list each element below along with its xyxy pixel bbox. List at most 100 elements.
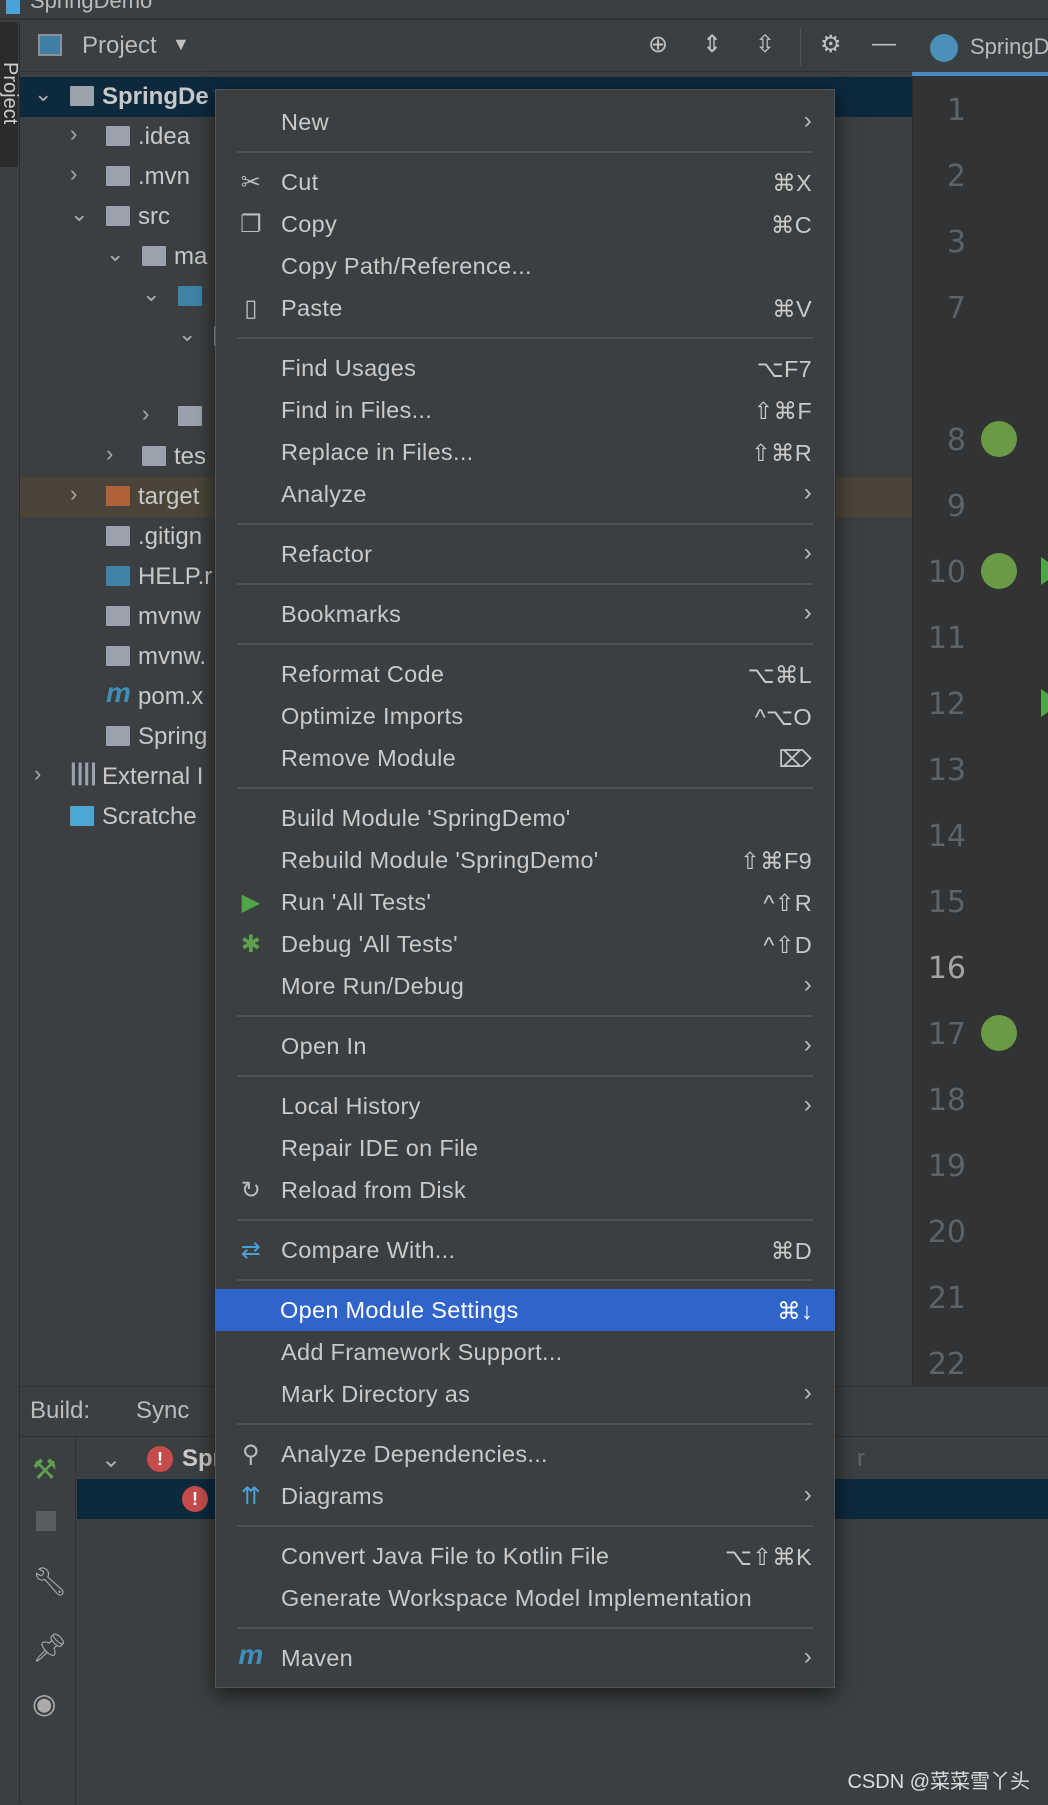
menu-item-cut[interactable]: ✂ Cut ⌘X xyxy=(216,161,834,203)
tab-sync[interactable]: Sync xyxy=(136,1397,189,1425)
menu-item-label: Optimize Imports xyxy=(281,703,464,729)
chevron-down-icon[interactable]: ⌄ xyxy=(106,241,124,267)
tree-item-label: SpringDe xyxy=(102,83,209,110)
menu-item-open-module-settings[interactable]: Open Module Settings ⌘↓ xyxy=(215,1289,835,1331)
menu-item-repair-ide-on-file[interactable]: Repair IDE on File xyxy=(216,1127,834,1169)
chevron-right-icon: › xyxy=(803,971,812,998)
locate-icon[interactable]: ⊕ xyxy=(648,30,668,59)
gear-icon[interactable]: ⚙ xyxy=(820,30,842,59)
menu-item-new[interactable]: New › xyxy=(216,101,834,143)
menu-item-label: Reload from Disk xyxy=(281,1177,467,1203)
menu-item-rebuild-module-springdemo[interactable]: Rebuild Module 'SpringDemo' ⇧⌘F9 xyxy=(216,839,834,881)
excluded-folder-icon xyxy=(106,486,130,506)
menu-item-analyze-dependencies[interactable]: ⚲ Analyze Dependencies... xyxy=(216,1433,834,1475)
menu-item-generate-workspace-model-implementation[interactable]: Generate Workspace Model Implementation xyxy=(216,1577,834,1619)
collapse-all-icon[interactable]: ⇳ xyxy=(755,30,775,59)
run-gutter-icon[interactable] xyxy=(1041,689,1048,717)
menu-item-find-usages[interactable]: Find Usages ⌥F7 xyxy=(216,347,834,389)
menu-item-shortcut: ⇧⌘F xyxy=(753,398,812,424)
chevron-right-icon[interactable]: › xyxy=(34,761,41,787)
menu-item-build-module-springdemo[interactable]: Build Module 'SpringDemo' xyxy=(216,797,834,839)
menu-item-open-in[interactable]: Open In › xyxy=(216,1025,834,1067)
menu-item-label: Open Module Settings xyxy=(280,1297,519,1323)
menu-separator xyxy=(216,329,834,347)
chevron-down-icon[interactable]: ⌄ xyxy=(70,201,88,227)
project-stripe-button[interactable]: Project xyxy=(0,22,21,167)
scratches-icon xyxy=(70,806,94,826)
tree-item-label: Spring xyxy=(138,723,208,750)
menu-item-copy[interactable]: ❐ Copy ⌘C xyxy=(216,203,834,245)
menu-item-run-all-tests[interactable]: ▶ Run 'All Tests' ^⇧R xyxy=(216,881,834,923)
menu-item-convert-java-file-to-kotlin-file[interactable]: Convert Java File to Kotlin File ⌥⇧⌘K xyxy=(216,1535,834,1577)
line-number: 14 xyxy=(927,819,966,854)
menu-item-reformat-code[interactable]: Reformat Code ⌥⌘L xyxy=(216,653,834,695)
hammer-icon[interactable]: ⚒ xyxy=(32,1453,57,1486)
menu-item-more-run-debug[interactable]: More Run/Debug › xyxy=(216,965,834,1007)
chevron-down-icon[interactable]: ▼ xyxy=(172,34,190,55)
menu-item-paste[interactable]: ▯ Paste ⌘V xyxy=(216,287,834,329)
chevron-right-icon[interactable]: › xyxy=(70,161,77,187)
menu-item-compare-with[interactable]: ⇄ Compare With... ⌘D xyxy=(216,1229,834,1271)
chevron-right-icon[interactable]: › xyxy=(106,441,113,467)
line-number: 7 xyxy=(946,291,966,326)
tree-item-label: mvnw xyxy=(138,603,201,630)
maven-icon: m xyxy=(238,1639,264,1670)
menu-item-copy-path-reference[interactable]: Copy Path/Reference... xyxy=(216,245,834,287)
chevron-right-icon[interactable]: › xyxy=(70,121,77,147)
chevron-down-icon[interactable]: ⌄ xyxy=(142,281,160,307)
line-number: 10 xyxy=(927,555,966,590)
menu-item-label: Analyze xyxy=(281,481,367,507)
menu-item-analyze[interactable]: Analyze › xyxy=(216,473,834,515)
folder-icon xyxy=(142,246,166,266)
spring-class-icon[interactable] xyxy=(981,553,1017,589)
wrench-icon[interactable]: 🔧︎ xyxy=(32,1565,68,1598)
chevron-right-icon[interactable]: › xyxy=(142,401,149,427)
hide-icon[interactable]: — xyxy=(872,30,896,58)
expand-all-icon[interactable]: ⇕ xyxy=(702,30,722,59)
menu-item-bookmarks[interactable]: Bookmarks › xyxy=(216,593,834,635)
module-folder-icon xyxy=(70,86,94,106)
error-icon: ! xyxy=(182,1486,208,1512)
resources-folder-icon xyxy=(178,406,202,426)
menu-item-label: Find Usages xyxy=(281,355,417,381)
menu-item-reload-from-disk[interactable]: ↻ Reload from Disk xyxy=(216,1169,834,1211)
menu-item-optimize-imports[interactable]: Optimize Imports ^⌥O xyxy=(216,695,834,737)
spring-web-icon[interactable] xyxy=(981,1015,1017,1051)
menu-item-remove-module[interactable]: Remove Module ⌦ xyxy=(216,737,834,779)
menu-item-label: Rebuild Module 'SpringDemo' xyxy=(281,847,599,873)
menu-item-debug-all-tests[interactable]: ✱ Debug 'All Tests' ^⇧D xyxy=(216,923,834,965)
diagrams-icon: ⇈ xyxy=(240,1483,262,1510)
menu-item-mark-directory-as[interactable]: Mark Directory as › xyxy=(216,1373,834,1415)
project-panel-header: Project ▼ ⊕ ⇕ ⇳ ⚙ — xyxy=(20,22,912,72)
tree-item-label: src xyxy=(138,203,170,230)
error-icon: ! xyxy=(147,1446,173,1472)
clipboard-icon: ▯ xyxy=(244,295,258,322)
project-view-selector[interactable]: Project xyxy=(82,32,157,60)
menu-item-diagrams[interactable]: ⇈ Diagrams › xyxy=(216,1475,834,1517)
menu-separator xyxy=(216,635,834,653)
spring-bean-icon[interactable] xyxy=(981,421,1017,457)
chevron-right-icon: › xyxy=(803,107,812,134)
stop-icon[interactable] xyxy=(36,1511,56,1531)
chevron-down-icon[interactable]: ⌄ xyxy=(34,81,52,107)
maven-file-icon: m xyxy=(106,677,131,708)
editor-tab[interactable]: SpringD xyxy=(912,22,1048,76)
chevron-down-icon[interactable]: ⌄ xyxy=(178,321,196,347)
run-gutter-icon[interactable] xyxy=(1041,557,1048,585)
menu-item-refactor[interactable]: Refactor › xyxy=(216,533,834,575)
menu-item-label: New xyxy=(281,109,329,135)
build-toolbar: ⚒ 🔧︎ 📌︎ ◉ xyxy=(20,1437,76,1805)
menu-separator xyxy=(216,143,834,161)
eye-icon[interactable]: ◉ xyxy=(32,1687,56,1720)
menu-separator xyxy=(216,1517,834,1535)
menu-item-label: Diagrams xyxy=(281,1483,384,1509)
chevron-right-icon[interactable]: › xyxy=(70,481,77,507)
menu-item-replace-in-files[interactable]: Replace in Files... ⇧⌘R xyxy=(216,431,834,473)
menu-item-add-framework-support[interactable]: Add Framework Support... xyxy=(216,1331,834,1373)
menu-item-local-history[interactable]: Local History › xyxy=(216,1085,834,1127)
menu-item-find-in-files[interactable]: Find in Files... ⇧⌘F xyxy=(216,389,834,431)
menu-item-label: Remove Module xyxy=(281,745,457,771)
menu-item-maven[interactable]: m Maven › xyxy=(216,1637,834,1679)
pin-icon[interactable]: 📌︎ xyxy=(32,1631,68,1664)
chevron-right-icon: › xyxy=(803,1379,812,1406)
